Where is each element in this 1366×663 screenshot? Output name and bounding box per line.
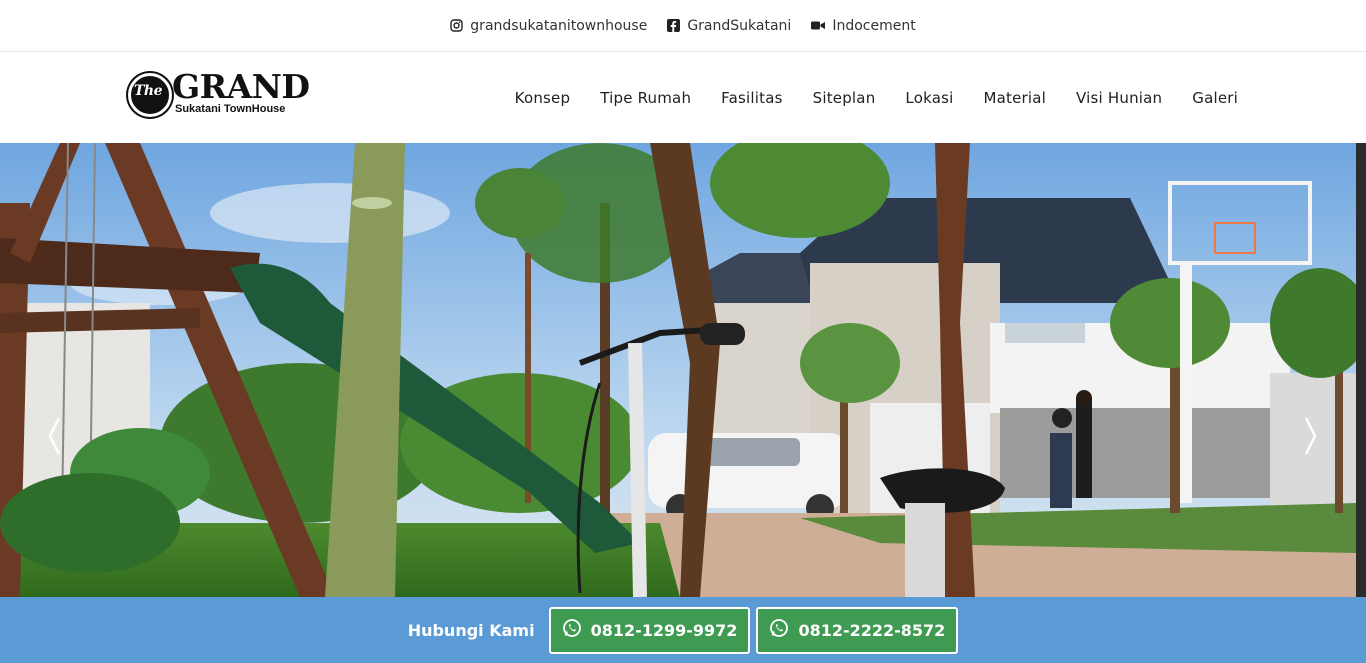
nav-item-material[interactable]: Material	[983, 89, 1046, 107]
whatsapp-button-2[interactable]: 0812-2222-8572	[756, 606, 959, 654]
logo-badge-text: The	[134, 83, 163, 99]
chevron-right-icon	[1304, 416, 1318, 460]
video-camera-icon	[811, 20, 826, 31]
nav-item-galeri[interactable]: Galeri	[1192, 89, 1238, 107]
nav-item-visi-hunian[interactable]: Visi Hunian	[1076, 89, 1162, 107]
logo-wordmark: GRAND	[172, 67, 310, 106]
facebook-link[interactable]: GrandSukatani	[667, 18, 791, 34]
contact-label: Hubungi Kami	[407, 620, 535, 640]
social-bar: grandsukatanitownhouse GrandSukatani Ind…	[0, 0, 1366, 52]
contact-bar: Hubungi Kami 0812-1299-9972 0812-2222-85…	[0, 597, 1366, 663]
whatsapp-button-1[interactable]: 0812-1299-9972	[548, 606, 751, 654]
video-label: Indocement	[832, 17, 916, 34]
whatsapp-phone-1: 0812-1299-9972	[590, 620, 738, 640]
slider-prev-button[interactable]	[44, 413, 64, 463]
nav-item-siteplan[interactable]: Siteplan	[813, 89, 876, 107]
site-logo[interactable]: The GRAND Sukatani TownHouse	[128, 67, 310, 121]
instagram-link[interactable]: grandsukatanitownhouse	[450, 18, 647, 34]
instagram-icon	[450, 19, 463, 32]
whatsapp-phone-2: 0812-2222-8572	[798, 620, 946, 640]
instagram-label: grandsukatanitownhouse	[470, 17, 648, 34]
hero-slide-image	[0, 143, 1356, 597]
whatsapp-icon	[769, 618, 789, 642]
whatsapp-icon	[562, 618, 582, 642]
slider-next-button[interactable]	[1301, 413, 1321, 463]
nav-item-lokasi[interactable]: Lokasi	[905, 89, 953, 107]
main-nav: Konsep Tipe Rumah Fasilitas Siteplan Lok…	[515, 53, 1238, 143]
nav-item-konsep[interactable]: Konsep	[515, 89, 571, 107]
hero-slider	[0, 143, 1356, 597]
site-header: The GRAND Sukatani TownHouse Konsep Tipe…	[0, 53, 1366, 143]
nav-item-fasilitas[interactable]: Fasilitas	[721, 89, 782, 107]
facebook-label: GrandSukatani	[687, 17, 792, 34]
hero-edge-strip	[1356, 143, 1366, 597]
logo-subtitle: Sukatani TownHouse	[175, 103, 286, 115]
nav-item-tipe-rumah[interactable]: Tipe Rumah	[600, 89, 691, 107]
chevron-left-icon	[47, 416, 61, 460]
facebook-icon	[667, 19, 681, 32]
video-link[interactable]: Indocement	[811, 17, 916, 34]
